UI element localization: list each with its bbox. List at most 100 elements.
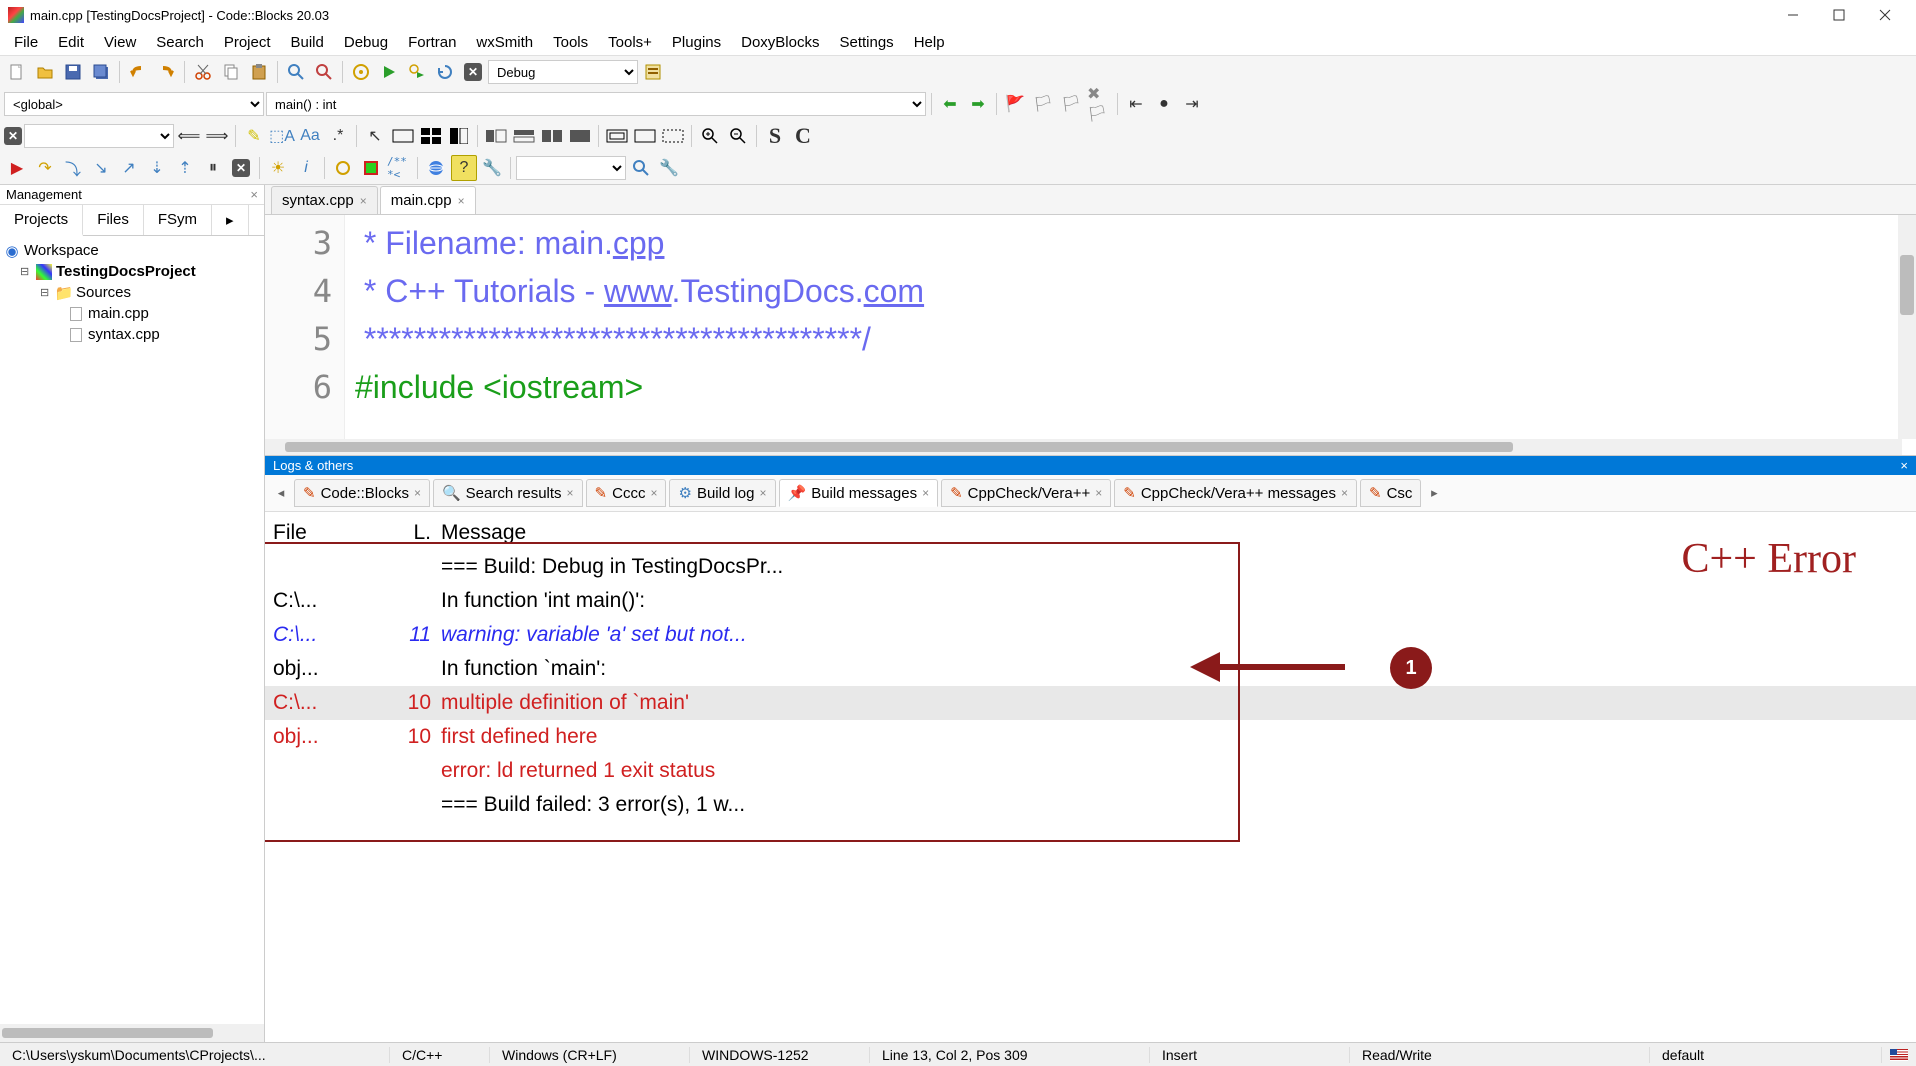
replace-icon[interactable] xyxy=(311,59,337,85)
log-msg[interactable]: In function 'int main()': xyxy=(441,584,1908,618)
log-line[interactable] xyxy=(393,788,441,822)
tab-close-icon[interactable]: × xyxy=(458,194,465,208)
help2-icon[interactable]: ? xyxy=(451,155,477,181)
doxy-extract-icon[interactable] xyxy=(358,155,384,181)
log-file[interactable]: obj... xyxy=(273,720,393,754)
box1-icon[interactable] xyxy=(604,123,630,149)
editor-vscroll[interactable] xyxy=(1898,215,1916,439)
run-icon[interactable] xyxy=(376,59,402,85)
record-icon[interactable]: ● xyxy=(1151,91,1177,117)
build-icon[interactable] xyxy=(348,59,374,85)
step-instr2-icon[interactable]: ⇡ xyxy=(172,155,198,181)
pause-icon[interactable]: ⏸ xyxy=(200,155,226,181)
code-editor[interactable]: 3456 * Filename: main.cpp * C++ Tutorial… xyxy=(265,215,1916,455)
mgmt-tab-projects[interactable]: Projects xyxy=(0,205,83,236)
box2-icon[interactable] xyxy=(632,123,658,149)
tree-workspace[interactable]: ◉ Workspace xyxy=(4,240,260,261)
nav-back-icon[interactable]: ⬅ xyxy=(937,91,963,117)
log-msg[interactable]: error: ld returned 1 exit status xyxy=(441,754,1908,788)
log-tab-codeblocks[interactable]: ✎Code::Blocks× xyxy=(294,479,430,507)
log-msg[interactable]: === Build failed: 3 error(s), 1 w... xyxy=(441,788,1908,822)
log-msg[interactable]: warning: variable 'a' set but not... xyxy=(441,618,1908,652)
layout2-icon[interactable] xyxy=(511,123,537,149)
log-tab-buildmsg[interactable]: 📌Build messages× xyxy=(779,479,939,507)
aux-wrench-icon[interactable]: 🔧 xyxy=(656,155,682,181)
select-text-icon[interactable]: ⬚A xyxy=(269,123,295,149)
log-file[interactable]: C:\... xyxy=(273,618,393,652)
minimize-button[interactable] xyxy=(1770,0,1816,30)
tab-close-icon[interactable]: × xyxy=(1341,486,1348,500)
tab-close-icon[interactable]: × xyxy=(650,486,657,500)
step-into-icon[interactable]: ↘ xyxy=(88,155,114,181)
run-to-cursor-icon[interactable]: ↷ xyxy=(32,155,58,181)
log-tab-cccc[interactable]: ✎Cccc× xyxy=(586,479,667,507)
cursor-icon[interactable]: ↖ xyxy=(362,123,388,149)
search-combo[interactable] xyxy=(24,124,174,148)
grid4-icon[interactable] xyxy=(418,123,444,149)
regex-icon[interactable]: .* xyxy=(325,123,351,149)
log-tab-csc[interactable]: ✎Csc xyxy=(1360,479,1421,507)
menu-edit[interactable]: Edit xyxy=(48,31,94,54)
zoom-out-icon[interactable] xyxy=(725,123,751,149)
doxy-block-icon[interactable]: /** *< xyxy=(386,155,412,181)
menu-view[interactable]: View xyxy=(94,31,146,54)
log-row[interactable]: C:\...In function 'int main()': xyxy=(265,584,1916,618)
log-msg[interactable]: first defined here xyxy=(441,720,1908,754)
mgmt-tab-fsym[interactable]: FSym xyxy=(144,205,212,235)
new-file-icon[interactable] xyxy=(4,59,30,85)
logs-scroll-right-icon[interactable]: ▸ xyxy=(1424,485,1444,501)
layout3-icon[interactable] xyxy=(539,123,565,149)
build-run-icon[interactable] xyxy=(404,59,430,85)
zoom-in-icon[interactable] xyxy=(697,123,723,149)
grid2v-icon[interactable] xyxy=(446,123,472,149)
rect-icon[interactable] xyxy=(390,123,416,149)
log-line[interactable]: 10 xyxy=(393,686,441,720)
symbol-select[interactable]: main() : int xyxy=(266,92,926,116)
abort-icon[interactable]: ✕ xyxy=(460,59,486,85)
info-icon[interactable]: i xyxy=(293,155,319,181)
management-close-icon[interactable]: × xyxy=(250,187,258,202)
editor-tab-syntax[interactable]: syntax.cpp × xyxy=(271,186,378,214)
stop-icon[interactable]: ✕ xyxy=(228,155,254,181)
open-file-icon[interactable] xyxy=(32,59,58,85)
menu-help[interactable]: Help xyxy=(904,31,955,54)
log-file[interactable]: C:\... xyxy=(273,686,393,720)
aux-search-icon[interactable] xyxy=(628,155,654,181)
browser-icon[interactable] xyxy=(423,155,449,181)
log-row[interactable]: error: ld returned 1 exit status xyxy=(265,754,1916,788)
log-row[interactable]: obj...In function `main': xyxy=(265,652,1916,686)
close-button[interactable] xyxy=(1862,0,1908,30)
log-line[interactable] xyxy=(393,584,441,618)
s-icon[interactable]: S xyxy=(762,123,788,149)
menu-settings[interactable]: Settings xyxy=(829,31,903,54)
log-line[interactable] xyxy=(393,754,441,788)
log-file[interactable] xyxy=(273,788,393,822)
bookmark-toggle-icon[interactable]: 🚩 xyxy=(1002,91,1028,117)
menu-search[interactable]: Search xyxy=(146,31,214,54)
layout1-icon[interactable] xyxy=(483,123,509,149)
log-row[interactable]: C:\...10multiple definition of `main' xyxy=(265,686,1916,720)
tab-close-icon[interactable]: × xyxy=(1095,486,1102,500)
log-row[interactable]: === Build: Debug in TestingDocsPr... xyxy=(265,550,1916,584)
mgmt-tab-more[interactable]: ▸ xyxy=(212,205,249,235)
save-icon[interactable] xyxy=(60,59,86,85)
menu-toolsplus[interactable]: Tools+ xyxy=(598,31,662,54)
menu-plugins[interactable]: Plugins xyxy=(662,31,731,54)
logs-scroll-left-icon[interactable]: ◂ xyxy=(271,485,291,501)
tab-close-icon[interactable]: × xyxy=(414,486,421,500)
tab-close-icon[interactable]: × xyxy=(922,486,929,500)
log-file[interactable] xyxy=(273,550,393,584)
log-msg[interactable]: In function `main': xyxy=(441,652,1908,686)
menu-wxsmith[interactable]: wxSmith xyxy=(466,31,543,54)
tab-close-icon[interactable]: × xyxy=(360,194,367,208)
aux-combo[interactable] xyxy=(516,156,626,180)
save-all-icon[interactable] xyxy=(88,59,114,85)
log-tab-buildlog[interactable]: ⚙Build log× xyxy=(669,479,775,507)
menu-build[interactable]: Build xyxy=(281,31,334,54)
tree-file-syntax[interactable]: syntax.cpp xyxy=(4,324,260,345)
copy-icon[interactable] xyxy=(218,59,244,85)
jump-fwd-icon[interactable]: ⇥ xyxy=(1179,91,1205,117)
locale-flag-icon[interactable] xyxy=(1890,1049,1908,1061)
menu-fortran[interactable]: Fortran xyxy=(398,31,466,54)
debug-run-icon[interactable]: ▶ xyxy=(4,155,30,181)
